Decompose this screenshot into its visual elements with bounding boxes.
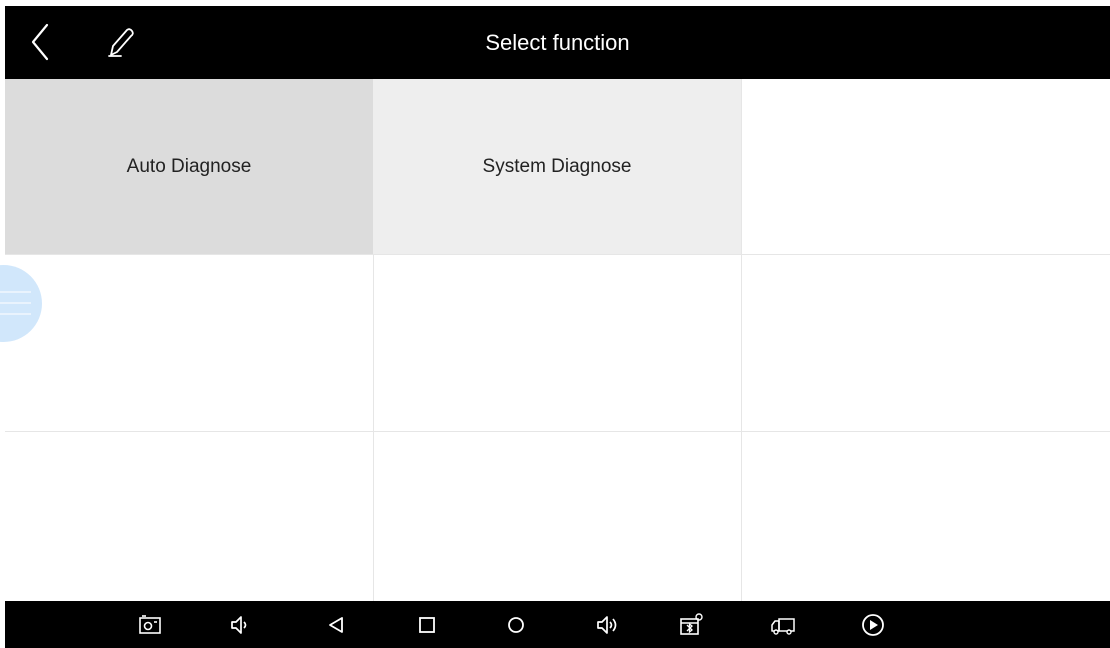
back-button[interactable] bbox=[21, 22, 61, 62]
empty-cell bbox=[741, 255, 1110, 431]
cell-label: System Diagnose bbox=[482, 155, 632, 177]
top-app-bar: Select function bbox=[5, 6, 1110, 79]
system-diagnose-button[interactable]: System Diagnose bbox=[373, 79, 741, 254]
volume-down-icon bbox=[231, 616, 247, 634]
vehicle-button[interactable] bbox=[770, 612, 796, 638]
empty-cell bbox=[5, 255, 373, 431]
pen-icon bbox=[108, 28, 134, 57]
auto-diagnose-button[interactable]: Auto Diagnose bbox=[5, 79, 373, 254]
system-nav-bar bbox=[5, 601, 1110, 648]
cell-label: Auto Diagnose bbox=[126, 155, 252, 177]
vci-connection-icon bbox=[680, 613, 703, 635]
empty-cell bbox=[741, 79, 1110, 254]
grid-divider bbox=[5, 254, 1110, 255]
grid-divider bbox=[741, 79, 742, 601]
nav-home-button[interactable] bbox=[503, 612, 529, 638]
empty-cell bbox=[373, 432, 741, 601]
recent-apps-square-icon bbox=[419, 617, 435, 633]
edit-button[interactable] bbox=[101, 22, 141, 62]
empty-cell bbox=[373, 255, 741, 431]
function-grid: Auto Diagnose System Diagnose bbox=[5, 79, 1110, 601]
empty-cell bbox=[5, 432, 373, 601]
screen: Select function Auto Diagnose System Dia… bbox=[0, 0, 1110, 648]
play-button[interactable] bbox=[860, 612, 886, 638]
nav-back-button[interactable] bbox=[323, 612, 349, 638]
screenshot-icon bbox=[139, 615, 161, 634]
vci-connection-button[interactable] bbox=[678, 612, 704, 638]
volume-down-button[interactable] bbox=[227, 612, 253, 638]
grid-divider bbox=[373, 254, 374, 601]
play-circle-icon bbox=[862, 614, 884, 636]
volume-up-button[interactable] bbox=[595, 612, 621, 638]
back-triangle-icon bbox=[329, 617, 343, 633]
nav-recent-apps-button[interactable] bbox=[414, 612, 440, 638]
empty-cell bbox=[741, 432, 1110, 601]
home-circle-icon bbox=[508, 617, 524, 633]
volume-up-icon bbox=[597, 616, 617, 634]
page-title: Select function bbox=[485, 30, 630, 55]
chevron-left-icon bbox=[31, 23, 49, 61]
grid-divider bbox=[5, 431, 1110, 432]
truck-icon bbox=[771, 618, 795, 635]
screenshot-button[interactable] bbox=[137, 612, 163, 638]
